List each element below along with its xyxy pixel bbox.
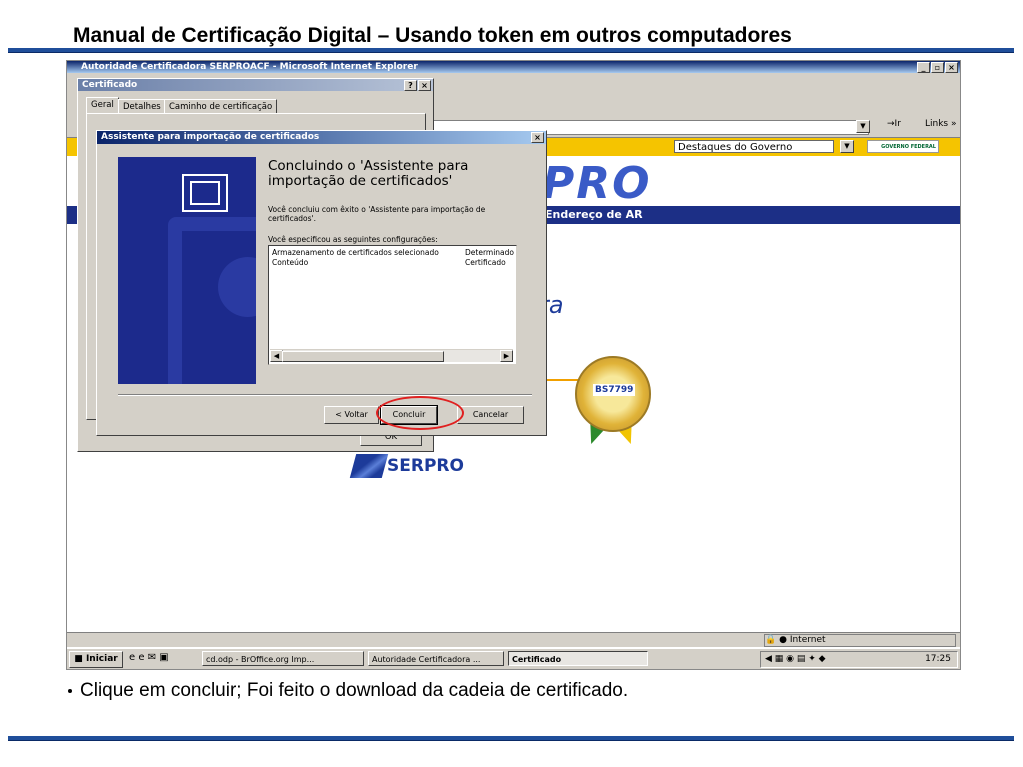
serpro-logo-icon (349, 454, 389, 478)
ie2-icon[interactable]: e (138, 652, 144, 663)
footer-rule (8, 736, 1014, 741)
slide-title: Manual de Certificação Digital – Usando … (73, 24, 792, 47)
close-button[interactable]: × (945, 62, 958, 73)
go-arrow-icon: → (887, 119, 895, 129)
wizard-close-button[interactable]: × (531, 132, 544, 143)
settings-list[interactable]: Armazenamento de certificados selecionad… (268, 245, 517, 365)
ie-status-bar: 🔒 ● Internet (67, 632, 960, 647)
system-tray: ◀ ▦ ◉ ▤ ✦ ◆ 17:25 (760, 651, 958, 668)
scroll-right-icon[interactable]: ▶ (500, 350, 513, 362)
task-item-certificado[interactable]: Certificado (508, 651, 648, 666)
outlook-icon[interactable]: ✉ (148, 652, 156, 663)
import-wizard-dialog: Assistente para importação de certificad… (96, 130, 547, 436)
lock-icon: 🔒 (765, 635, 777, 645)
tray-icons: ◀ ▦ ◉ ▤ ✦ ◆ (765, 654, 826, 664)
help-button[interactable]: ? (404, 80, 417, 91)
gov-select-arrow-icon[interactable]: ▼ (840, 140, 854, 153)
back-button[interactable]: < Voltar (324, 406, 379, 424)
links-button[interactable]: Links » (925, 119, 957, 129)
nav-item-endereco-ar[interactable]: Endereço de AR (545, 208, 643, 221)
screenshot-area: Autoridade Certificadora SERPROACF - Mic… (66, 60, 961, 670)
finish-highlight-circle (376, 396, 464, 430)
wizard-controls: × (530, 132, 544, 143)
start-button[interactable]: ■ Iniciar (69, 651, 123, 668)
gov-select[interactable]: Destaques do Governo (674, 140, 834, 153)
scroll-thumb[interactable] (282, 351, 444, 362)
task-item-autoridade[interactable]: Autoridade Certificadora ... (368, 651, 504, 666)
address-dropdown-icon[interactable]: ▼ (856, 120, 870, 133)
bullet-item: Clique em concluir; Foi feito o download… (68, 680, 628, 702)
list-item-value: Determinado (465, 248, 514, 257)
certificate-dialog-title: Certificado (78, 79, 433, 91)
list-item: Armazenamento de certificados selecionad… (272, 248, 439, 257)
bullet-icon (68, 688, 72, 693)
go-button[interactable]: →Ir (887, 119, 901, 129)
ie-window-controls: _ ▫ × (916, 62, 958, 73)
title-rule (8, 48, 1014, 53)
seal-label: BS7799 (593, 384, 636, 396)
certificate-icon-inner (190, 181, 220, 205)
clock: 17:25 (925, 654, 951, 664)
wizard-heading: Concluindo o 'Assistente para importação… (268, 158, 469, 189)
quick-launch: e e ✉ ▣ (129, 652, 169, 663)
ie-window-title: Autoridade Certificadora SERPROACF - Mic… (81, 62, 418, 72)
list-item-value: Certificado (465, 258, 506, 267)
desktop-icon[interactable]: ▣ (159, 652, 168, 663)
tab-caminho[interactable]: Caminho de certificação (164, 99, 278, 114)
tab-detalhes[interactable]: Detalhes (118, 99, 166, 114)
horizontal-scrollbar[interactable]: ◀ ▶ (270, 349, 513, 362)
wizard-separator (118, 394, 532, 396)
wizard-side-image (118, 157, 256, 384)
certificate-close-button[interactable]: × (418, 80, 431, 91)
taskbar: ■ Iniciar e e ✉ ▣ cd.odp - BrOffice.org … (67, 648, 960, 669)
bullet-text: Clique em concluir; Foi feito o download… (80, 680, 629, 701)
task-item-broffice[interactable]: cd.odp - BrOffice.org Imp... (202, 651, 364, 666)
wizard-success-text: Você concluiu com êxito o 'Assistente pa… (268, 205, 486, 223)
windows-logo-icon: ■ (74, 654, 83, 664)
certificate-icon (182, 174, 228, 212)
list-item: Conteúdo (272, 258, 309, 267)
security-zone: 🔒 ● Internet (764, 634, 956, 647)
cancel-button[interactable]: Cancelar (457, 406, 524, 424)
minimize-button[interactable]: _ (917, 62, 930, 73)
maximize-button[interactable]: ▫ (931, 62, 944, 73)
ie-icon[interactable]: e (129, 652, 135, 663)
serpro-footer-logo: SERPRO (349, 454, 464, 478)
gov-federal-badge[interactable]: GOVERNO FEDERAL (867, 140, 939, 153)
globe-icon: ● (779, 635, 787, 645)
wizard-title: Assistente para importação de certificad… (97, 131, 546, 144)
serpro-header-logo: PRO (542, 158, 652, 209)
tab-geral[interactable]: Geral (86, 97, 119, 114)
wizard-settings-label: Você especificou as seguintes configuraç… (268, 235, 438, 244)
certificate-dialog-controls: ? × (403, 80, 431, 91)
ie-titlebar: Autoridade Certificadora SERPROACF - Mic… (67, 61, 960, 73)
bs7799-seal-icon: BS7799 (575, 356, 651, 432)
